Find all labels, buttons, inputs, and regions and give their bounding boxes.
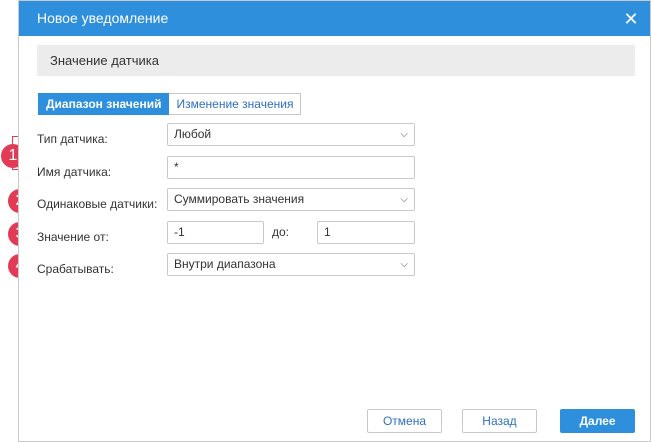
- dialog-titlebar: Новое уведомление ✕: [19, 1, 650, 36]
- cancel-button[interactable]: Отмена: [367, 409, 442, 433]
- dialog-title: Новое уведомление: [37, 10, 169, 26]
- sensor-type-value: Любой: [174, 127, 212, 141]
- value-to-value: 1: [324, 225, 331, 239]
- same-sensors-label: Одинаковые датчики:: [37, 197, 158, 211]
- tab-value-range[interactable]: Диапазон значений: [38, 93, 170, 115]
- chevron-down-icon: ⌵: [400, 129, 408, 140]
- value-to-label: до:: [272, 225, 290, 239]
- sensor-name-value: *: [174, 160, 179, 174]
- value-from-label: Значение от:: [37, 230, 109, 244]
- tab-bar: Диапазон значений Изменение значения: [38, 93, 302, 115]
- value-to-input[interactable]: 1: [317, 221, 415, 244]
- notification-dialog: Новое уведомление ✕ Значение датчика Диа…: [18, 0, 651, 442]
- sensor-name-input[interactable]: *: [167, 156, 415, 179]
- tab-value-change[interactable]: Изменение значения: [169, 93, 302, 115]
- value-from-input[interactable]: -1: [167, 221, 264, 244]
- next-button[interactable]: Далее: [560, 409, 635, 433]
- back-button[interactable]: Назад: [462, 409, 537, 433]
- same-sensors-value: Суммировать значения: [174, 192, 305, 206]
- sensor-name-label: Имя датчика:: [37, 165, 112, 179]
- chevron-down-icon: ⌵: [400, 259, 408, 270]
- sensor-type-select[interactable]: Любой ⌵: [167, 123, 415, 146]
- same-sensors-select[interactable]: Суммировать значения ⌵: [167, 188, 415, 211]
- close-icon[interactable]: ✕: [618, 6, 644, 32]
- section-title: Значение датчика: [50, 53, 159, 68]
- trigger-value: Внутри диапазона: [174, 257, 276, 271]
- chevron-down-icon: ⌵: [400, 194, 408, 205]
- trigger-select[interactable]: Внутри диапазона ⌵: [167, 253, 415, 276]
- section-header: Значение датчика: [37, 45, 635, 76]
- sensor-type-label: Тип датчика:: [37, 132, 108, 146]
- value-from-value: -1: [174, 225, 185, 239]
- trigger-label: Срабатывать:: [37, 262, 114, 276]
